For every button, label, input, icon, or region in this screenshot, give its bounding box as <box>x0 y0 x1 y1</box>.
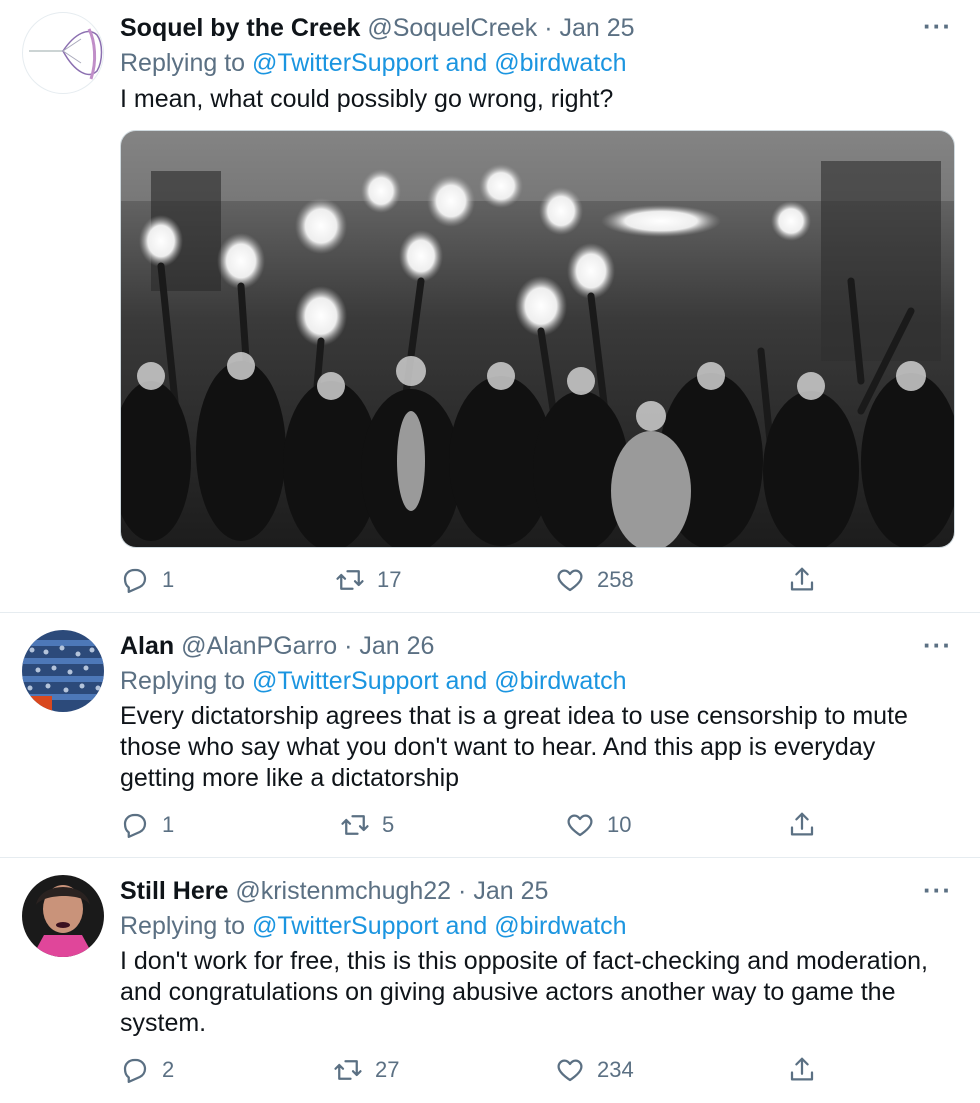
avatar[interactable] <box>22 630 104 712</box>
mob-torches-photo <box>121 131 954 547</box>
handle[interactable]: @SoquelCreek <box>367 14 537 42</box>
retweet-icon <box>334 1060 362 1080</box>
avatar[interactable] <box>22 12 104 94</box>
replying-to: Replying to @TwitterSupport and @birdwat… <box>120 911 627 941</box>
like-count: 10 <box>607 812 632 837</box>
share-icon <box>790 567 814 591</box>
reply-button[interactable]: 1 <box>120 810 174 840</box>
reply-count: 2 <box>162 1057 175 1082</box>
separator-dot: · <box>458 877 467 905</box>
share-icon <box>790 812 814 836</box>
heart-icon <box>557 569 583 592</box>
retweet-button[interactable]: 27 <box>333 1055 399 1085</box>
like-count: 258 <box>597 567 634 592</box>
reply-count: 1 <box>162 812 175 837</box>
retweet-button[interactable]: 5 <box>340 810 394 840</box>
retweet-icon <box>336 570 364 590</box>
tweet-image[interactable] <box>120 130 955 548</box>
heart-icon <box>567 814 593 837</box>
display-name[interactable]: Alan <box>120 632 174 660</box>
tweet-text-line: I don't work for free, this is this oppo… <box>120 947 928 975</box>
tweet-header: Still Here @kristenmchugh22 · Jan 25 <box>120 876 940 906</box>
creek-logo-icon <box>29 28 103 80</box>
tweet-text-line: and congratulations on giving abusive ac… <box>120 978 896 1006</box>
crowd-avatar-icon <box>22 630 104 712</box>
tweet[interactable]: Alan @AlanPGarro · Jan 26 ··· Replying t… <box>0 613 980 858</box>
more-icon[interactable]: ··· <box>923 13 952 39</box>
more-icon[interactable]: ··· <box>923 632 952 658</box>
tweet-actions: 1 5 10 <box>120 810 840 840</box>
tweet-date[interactable]: Jan 26 <box>359 632 434 660</box>
like-count: 234 <box>597 1057 634 1082</box>
tweet-date[interactable]: Jan 25 <box>473 877 548 905</box>
more-icon[interactable]: ··· <box>923 877 952 903</box>
like-button[interactable]: 10 <box>565 810 631 840</box>
retweet-button[interactable]: 17 <box>335 565 401 595</box>
replying-to-link[interactable]: @TwitterSupport and @birdwatch <box>252 667 627 695</box>
heart-icon <box>557 1059 583 1082</box>
reply-button[interactable]: 2 <box>120 1055 174 1085</box>
tweet-text-line: Every dictatorship agrees that is a grea… <box>120 702 908 730</box>
separator-dot: · <box>544 14 553 42</box>
tweet[interactable]: Soquel by the Creek @SoquelCreek · Jan 2… <box>0 0 980 613</box>
share-button[interactable] <box>787 1055 817 1085</box>
separator-dot: · <box>344 632 353 660</box>
reply-icon <box>123 1058 147 1083</box>
retweet-icon <box>341 815 369 835</box>
tweet-actions: 2 27 234 <box>120 1055 840 1085</box>
tweet-text: Every dictatorship agrees that is a grea… <box>120 701 965 794</box>
tweet-text-line: system. <box>120 1009 207 1037</box>
retweet-count: 27 <box>375 1057 400 1082</box>
person-avatar-icon <box>22 875 104 957</box>
tweet-text: I mean, what could possibly go wrong, ri… <box>120 85 614 113</box>
reply-button[interactable]: 1 <box>120 565 174 595</box>
tweet-header: Soquel by the Creek @SoquelCreek · Jan 2… <box>120 13 940 43</box>
like-button[interactable]: 234 <box>555 1055 634 1085</box>
tweet[interactable]: Still Here @kristenmchugh22 · Jan 25 ···… <box>0 858 980 1103</box>
tweet-date[interactable]: Jan 25 <box>559 14 634 42</box>
retweet-count: 5 <box>382 812 395 837</box>
tweet-text: I don't work for free, this is this oppo… <box>120 946 965 1039</box>
display-name[interactable]: Still Here <box>120 877 228 905</box>
like-button[interactable]: 258 <box>555 565 634 595</box>
share-button[interactable] <box>787 565 817 595</box>
replying-prefix: Replying to <box>120 667 246 695</box>
replying-to-link[interactable]: @TwitterSupport and @birdwatch <box>252 912 627 940</box>
retweet-count: 17 <box>377 567 402 592</box>
replying-to: Replying to @TwitterSupport and @birdwat… <box>120 666 627 696</box>
avatar[interactable] <box>22 875 104 957</box>
reply-icon <box>123 568 147 593</box>
handle[interactable]: @AlanPGarro <box>181 632 337 660</box>
handle[interactable]: @kristenmchugh22 <box>235 877 451 905</box>
reply-count: 1 <box>162 567 175 592</box>
replying-to-link[interactable]: @TwitterSupport and @birdwatch <box>252 49 627 77</box>
share-icon <box>790 1057 814 1081</box>
tweet-text-line: getting more like a dictatorship <box>120 764 460 792</box>
display-name[interactable]: Soquel by the Creek <box>120 14 360 42</box>
replying-prefix: Replying to <box>120 912 246 940</box>
replying-prefix: Replying to <box>120 49 246 77</box>
tweet-text-line: those who say what you don't want to hea… <box>120 733 876 761</box>
share-button[interactable] <box>787 810 817 840</box>
reply-icon <box>123 813 147 838</box>
tweet-header: Alan @AlanPGarro · Jan 26 <box>120 631 940 661</box>
replying-to: Replying to @TwitterSupport and @birdwat… <box>120 48 627 78</box>
tweet-actions: 1 17 258 <box>120 565 840 595</box>
